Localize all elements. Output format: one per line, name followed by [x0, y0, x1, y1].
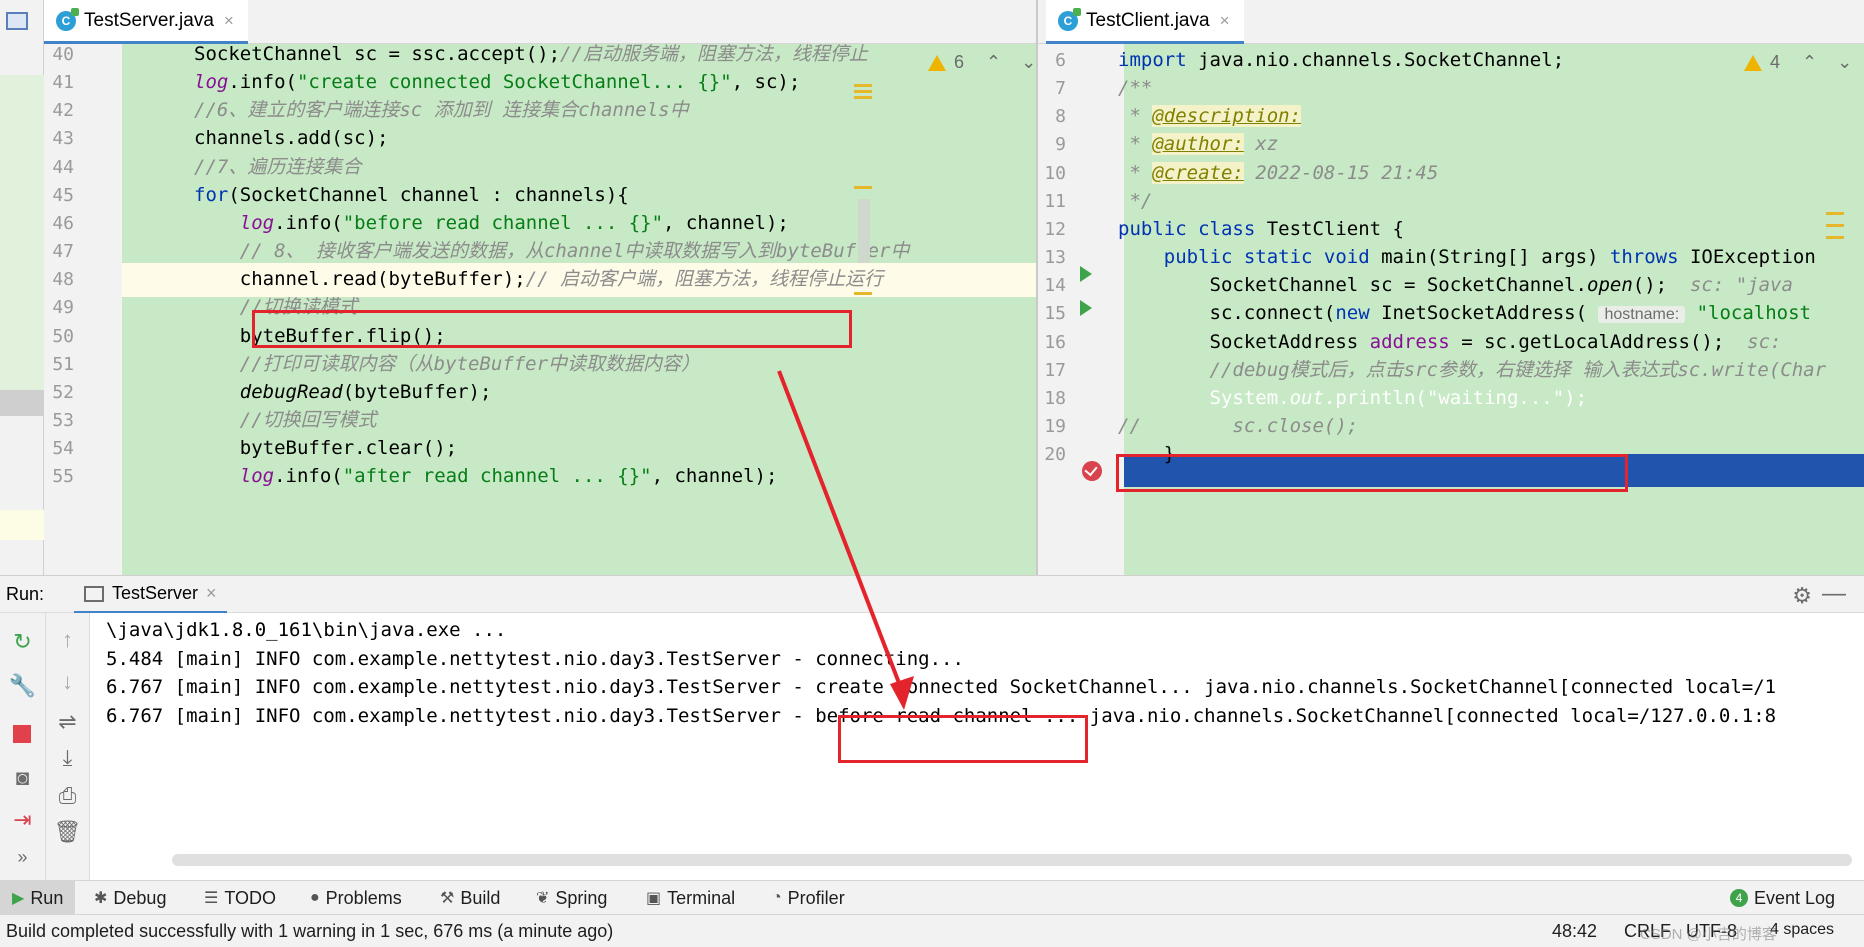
console-icon	[84, 585, 104, 602]
annotation-box	[252, 310, 852, 348]
login-icon[interactable]: ⇥	[0, 807, 45, 833]
close-icon[interactable]: ×	[1220, 11, 1230, 31]
warning-icon	[928, 54, 946, 71]
edge-block	[0, 510, 44, 540]
soft-wrap-icon[interactable]: ⇌	[46, 709, 89, 735]
camera-icon[interactable]: ◙	[0, 765, 45, 791]
java-class-icon: C	[1058, 7, 1081, 31]
warning-marker[interactable]	[854, 90, 872, 93]
warning-marker[interactable]	[854, 84, 872, 87]
tab-title: TestClient.java	[1086, 9, 1210, 31]
warning-marker[interactable]	[1826, 212, 1844, 215]
run-toolbar-primary: ↻ 🔧 ◙ ⇥ »	[0, 613, 46, 880]
close-icon[interactable]: ×	[224, 11, 234, 31]
caret-position[interactable]: 48:42	[1552, 921, 1597, 942]
edge-block	[0, 390, 44, 416]
inspection-widget[interactable]: 6 ⌃ ⌄	[928, 52, 1036, 73]
close-icon[interactable]: ×	[206, 583, 217, 604]
run-tab-title: TestServer	[112, 583, 199, 603]
editor-tabbar: C TestClient.java ×	[1038, 0, 1864, 44]
left-edge-strip	[0, 0, 44, 575]
print-icon[interactable]: ⎙	[46, 783, 89, 809]
down-arrow-icon[interactable]: ↓	[46, 669, 89, 695]
tool-profiler[interactable]: ◔ Profiler	[772, 881, 845, 915]
todo-icon: ☰	[204, 890, 219, 907]
event-log[interactable]: 4 Event Log	[1730, 881, 1835, 915]
tab-testclient[interactable]: C TestClient.java ×	[1046, 0, 1244, 44]
run-toolbar-secondary: ↑ ↓ ⇌ ⤓ ⎙ 🗑	[46, 613, 90, 880]
warning-count: 6	[954, 52, 965, 72]
status-bar: Build completed successfully with 1 warn…	[0, 914, 1864, 947]
warning-marker[interactable]	[1826, 224, 1844, 227]
warning-marker[interactable]	[1826, 236, 1844, 239]
terminal-icon: ▣	[646, 890, 662, 907]
warning-marker[interactable]	[854, 96, 872, 99]
project-icon[interactable]	[6, 12, 28, 30]
tool-terminal[interactable]: ▣ Terminal	[646, 881, 735, 915]
build-icon: ⚒	[440, 890, 455, 907]
more-icon[interactable]: »	[0, 847, 45, 868]
editor-pane-testserver: C TestServer.java × 40 SocketChannel sc =…	[44, 0, 1038, 575]
code-area[interactable]: 6 import java.nio.channels.SocketChannel;…	[1038, 44, 1864, 575]
tool-problems[interactable]: ● Problems	[310, 881, 402, 915]
tool-run[interactable]: ▶ Run	[0, 881, 76, 915]
chevron-up-icon[interactable]: ⌃	[1802, 52, 1817, 73]
chevron-down-icon[interactable]: ⌄	[1021, 52, 1036, 73]
scrollbar-thumb[interactable]	[858, 199, 870, 263]
warning-count: 4	[1770, 52, 1781, 72]
chevron-down-icon[interactable]: ⌄	[1837, 52, 1852, 73]
tool-window-bar: ▶ Run ✱ Debug ☰ TODO ● Problems ⚒ Build …	[0, 880, 1864, 915]
stop-icon[interactable]	[13, 725, 31, 743]
tab-title: TestServer.java	[84, 9, 214, 31]
code-line[interactable]: 55 log.info("after read channel ... {}",…	[44, 460, 1036, 494]
spring-icon: ❦	[536, 890, 550, 907]
indent-setting[interactable]: 4 spaces	[1770, 921, 1834, 939]
chevron-up-icon[interactable]: ⌃	[986, 52, 1001, 73]
breakpoint-icon[interactable]	[1082, 461, 1102, 481]
debug-icon: ✱	[94, 890, 108, 907]
problems-icon: ●	[310, 889, 320, 906]
edge-block	[0, 75, 44, 395]
tool-todo[interactable]: ☰ TODO	[204, 881, 276, 915]
line-number: 20	[1044, 444, 1066, 466]
run-icon: ▶	[12, 890, 25, 907]
trash-icon[interactable]: 🗑	[46, 819, 89, 845]
line-number: 55	[52, 466, 74, 488]
rerun-icon[interactable]: ↻	[0, 629, 45, 655]
minimize-icon[interactable]: —	[1822, 580, 1846, 608]
profiler-icon: ◔	[772, 889, 782, 906]
annotation-box	[1116, 454, 1628, 492]
wrench-icon[interactable]: 🔧	[0, 673, 45, 699]
gear-icon[interactable]: ⚙	[1792, 583, 1812, 609]
status-message: Build completed successfully with 1 warn…	[6, 921, 614, 941]
run-gutter-icon[interactable]	[1080, 300, 1092, 316]
up-arrow-icon[interactable]: ↑	[46, 627, 89, 653]
annotation-box	[838, 715, 1088, 763]
watermark: CSDN @小吉的博客	[1640, 926, 1777, 943]
inspection-widget[interactable]: 4 ⌃ ⌄	[1744, 52, 1852, 73]
tab-run-testserver[interactable]: TestServer ×	[74, 576, 227, 614]
warning-marker[interactable]	[854, 186, 872, 189]
tool-build[interactable]: ⚒ Build	[440, 881, 500, 915]
run-gutter-icon[interactable]	[1080, 266, 1092, 282]
console-output[interactable]: \java\jdk1.8.0_161\bin\java.exe ... 5.48…	[90, 613, 1864, 880]
horizontal-scrollbar[interactable]	[172, 854, 1852, 866]
code-text: log.info("after read channel ... {}", ch…	[239, 465, 778, 488]
warning-icon	[1744, 54, 1762, 71]
run-toolwindow-header: Run: TestServer × ⚙ —	[0, 575, 1864, 614]
event-log-badge: 4	[1730, 889, 1748, 907]
editor-pane-testclient: C TestClient.java × 6 import java.nio.cha…	[1038, 0, 1864, 575]
warning-marker[interactable]	[854, 292, 872, 295]
java-class-icon: C	[56, 7, 79, 31]
tool-spring[interactable]: ❦ Spring	[536, 881, 607, 915]
scroll-to-end-icon[interactable]: ⤓	[46, 745, 89, 771]
run-label: Run:	[6, 584, 45, 604]
tool-debug[interactable]: ✱ Debug	[94, 881, 166, 915]
